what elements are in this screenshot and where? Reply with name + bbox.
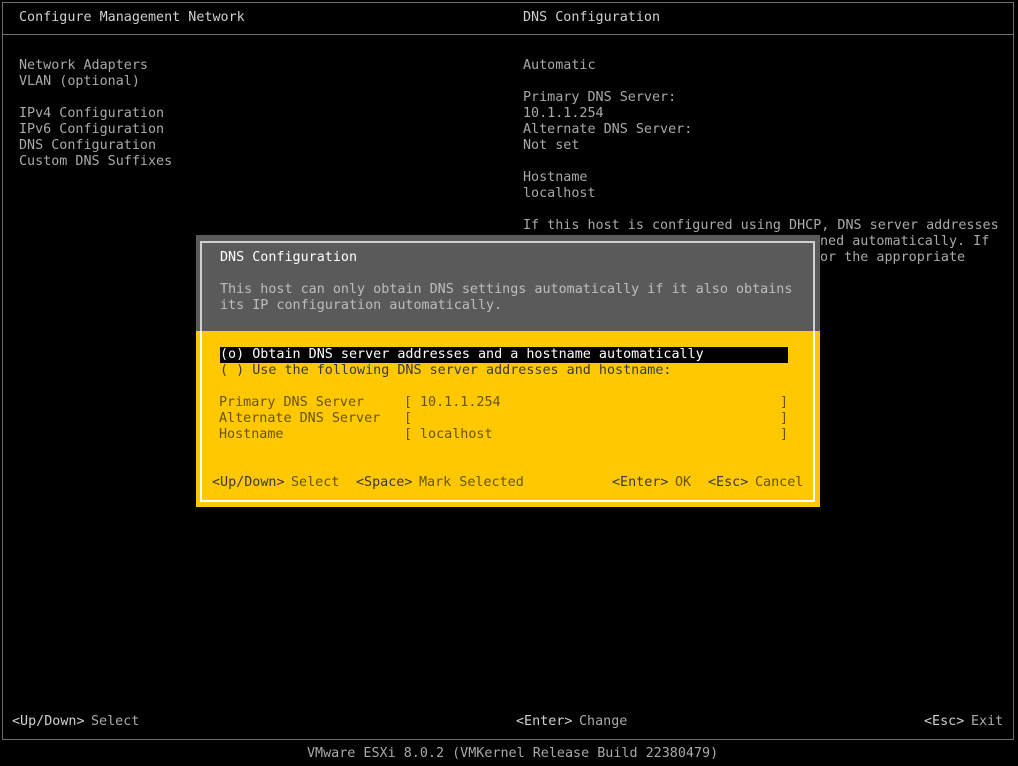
bottom-updown-key[interactable]: <Up/Down> [12, 714, 85, 730]
menu-item-network-adapters[interactable]: Network Adapters [19, 58, 148, 74]
primary-dns-open-bracket: [ [404, 395, 413, 410]
dialog-space-key[interactable]: <Space> [356, 475, 412, 491]
left-panel-title: Configure Management Network [19, 10, 245, 25]
dialog-ok-action: OK [675, 475, 692, 490]
dialog-cancel-action: Cancel [755, 475, 804, 490]
dialog-description-line-2: its IP configuration automatically. [220, 298, 503, 313]
bottom-updown-action: Select [91, 714, 140, 729]
version-footer: VMware ESXi 8.0.2 (VMKernel Release Buil… [307, 746, 719, 761]
primary-dns-label: Primary DNS Server: [523, 90, 677, 105]
help-text-line-1: If this host is configured using DHCP, D… [523, 218, 999, 233]
option-use-following-dns[interactable]: ( ) Use the following DNS server address… [220, 363, 671, 379]
hostname-input[interactable]: localhost [420, 427, 493, 443]
help-text-line-2: ned automatically. If [820, 234, 990, 249]
hostname-label: Hostname [523, 170, 588, 185]
menu-item-dns-configuration[interactable]: DNS Configuration [19, 138, 156, 154]
alternate-dns-label: Alternate DNS Server: [523, 122, 693, 137]
primary-dns-field-label: Primary DNS Server [219, 395, 365, 410]
hostname-close-bracket: ] [780, 427, 789, 442]
dialog-space-action: Mark Selected [419, 475, 524, 490]
alternate-dns-open-bracket: [ [404, 411, 413, 426]
hostname-value: localhost [523, 186, 596, 201]
dns-configuration-dialog: DNS Configuration This host can only obt… [196, 235, 820, 507]
dialog-header: DNS Configuration This host can only obt… [196, 235, 820, 331]
hostname-open-bracket: [ [404, 427, 413, 442]
dialog-updown-key[interactable]: <Up/Down> [212, 475, 285, 491]
dialog-esc-key[interactable]: <Esc> [708, 475, 748, 491]
alternate-dns-field-label: Alternate DNS Server [219, 411, 381, 426]
menu-item-ipv4[interactable]: IPv4 Configuration [19, 106, 164, 122]
bottom-exit-action: Exit [971, 714, 1004, 729]
primary-dns-input[interactable]: 10.1.1.254 [420, 395, 501, 411]
alternate-dns-value: Not set [523, 138, 580, 153]
bottom-change-action: Change [579, 714, 628, 729]
hostname-field-label: Hostname [219, 427, 284, 442]
header-divider [3, 34, 1013, 35]
dns-mode-value: Automatic [523, 58, 596, 73]
right-panel-title: DNS Configuration [523, 10, 661, 25]
primary-dns-close-bracket: ] [780, 395, 789, 410]
dialog-updown-action: Select [291, 475, 340, 490]
help-text-line-3: or the appropriate [820, 250, 966, 265]
dialog-description-line-1: This host can only obtain DNS settings a… [220, 282, 793, 297]
dialog-body: (o) Obtain DNS server addresses and a ho… [196, 331, 820, 507]
primary-dns-value: 10.1.1.254 [523, 106, 604, 121]
alternate-dns-close-bracket: ] [780, 411, 789, 426]
option-obtain-dns-automatically[interactable]: (o) Obtain DNS server addresses and a ho… [220, 347, 704, 363]
menu-item-ipv6[interactable]: IPv6 Configuration [19, 122, 164, 138]
menu-item-custom-dns-suffixes[interactable]: Custom DNS Suffixes [19, 154, 172, 170]
dialog-title: DNS Configuration [220, 250, 358, 265]
menu-item-vlan[interactable]: VLAN (optional) [19, 74, 140, 90]
bottom-enter-key[interactable]: <Enter> [516, 714, 572, 730]
dialog-enter-key[interactable]: <Enter> [612, 475, 668, 491]
bottom-esc-key[interactable]: <Esc> [924, 714, 964, 730]
